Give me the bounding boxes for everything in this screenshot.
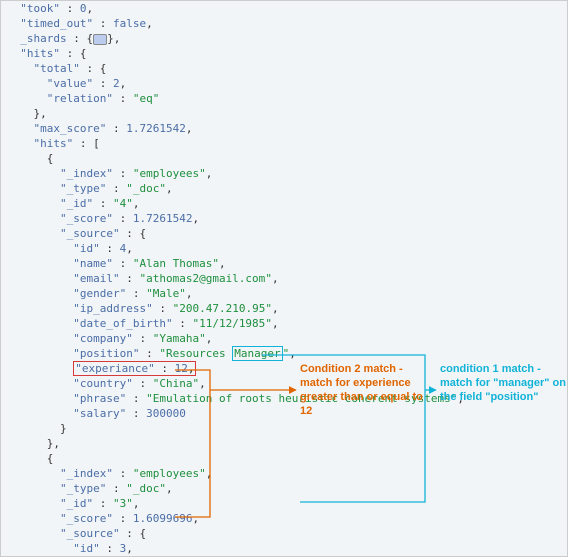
line: "_type" : "_doc", [1, 181, 567, 196]
line: "gender" : "Male", [1, 286, 567, 301]
line: } [1, 421, 567, 436]
line: "_source" : { [1, 226, 567, 241]
line: "_source" : { [1, 526, 567, 541]
line: "took" : 0, [1, 1, 567, 16]
line: "_id" : "3", [1, 496, 567, 511]
line: "_id" : "4", [1, 196, 567, 211]
annotation-condition2: Condition 2 match - match for experience… [300, 362, 430, 418]
annotation-condition1: condition 1 match - match for "manager" … [440, 362, 568, 404]
line: "email" : "athomas2@gmail.com", [1, 271, 567, 286]
line: "date_of_birth" : "11/12/1985", [1, 316, 567, 331]
line: "_score" : 1.7261542, [1, 211, 567, 226]
line: "_index" : "employees", [1, 466, 567, 481]
line: "value" : 2, [1, 76, 567, 91]
line: "company" : "Yamaha", [1, 331, 567, 346]
line: "position" : "Resources Manager", [1, 346, 567, 361]
match-highlight-experience: "experiance" : 12, [73, 361, 196, 376]
match-highlight-manager: Manager [232, 346, 282, 361]
line: "id" : 4, [1, 241, 567, 256]
line: { [1, 451, 567, 466]
line: "total" : { [1, 61, 567, 76]
line: "_score" : 1.6099696, [1, 511, 567, 526]
line: "hits" : [ [1, 136, 567, 151]
line: "name" : "Alan Thomas", [1, 256, 567, 271]
line: "_type" : "_doc", [1, 481, 567, 496]
line: "timed_out" : false, [1, 16, 567, 31]
code-viewer: "took" : 0, "timed_out" : false, _shards… [0, 0, 568, 557]
line: "_index" : "employees", [1, 166, 567, 181]
line: }, [1, 436, 567, 451]
line: _shards : {}, [1, 31, 567, 46]
line: { [1, 151, 567, 166]
line: "id" : 3, [1, 541, 567, 556]
line: "max_score" : 1.7261542, [1, 121, 567, 136]
line: "hits" : { [1, 46, 567, 61]
line: "ip_address" : "200.47.210.95", [1, 301, 567, 316]
line: "salary" : 300000 [1, 406, 567, 421]
line: "relation" : "eq" [1, 91, 567, 106]
collapse-icon[interactable] [93, 34, 107, 45]
line: }, [1, 106, 567, 121]
